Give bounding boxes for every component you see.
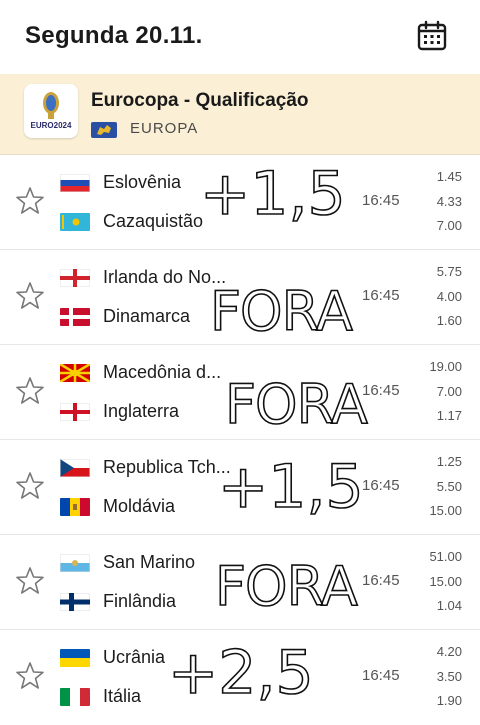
away-team: Itália (103, 686, 142, 706)
england-flag-icon (60, 403, 90, 421)
ukraine-flag-icon (60, 649, 90, 667)
star-icon[interactable] (14, 470, 46, 502)
home-team: Irlanda do No... (103, 267, 227, 287)
moldova-flag-icon (60, 498, 90, 516)
handwritten-note: +1,5 (199, 158, 346, 230)
handwritten-note: +1,5 (217, 451, 364, 523)
match-row[interactable]: Irlanda do No... Dinamarca 16:45 5.75 4.… (0, 250, 480, 345)
match-time: 16:45 (362, 192, 400, 209)
home-team: Republica Tch... (103, 457, 231, 477)
euro2024-logo: EURO2024 (24, 84, 78, 138)
league-name: Eurocopa - Qualificação (91, 90, 309, 111)
odd-draw[interactable]: 15.00 (429, 574, 462, 589)
odd-home[interactable]: 5.75 (437, 264, 462, 279)
odd-away[interactable]: 7.00 (437, 218, 462, 233)
odd-away[interactable]: 1.17 (437, 408, 462, 423)
star-icon[interactable] (14, 280, 46, 312)
match-time: 16:45 (362, 572, 400, 589)
home-team: Ucrânia (103, 647, 166, 667)
odd-draw[interactable]: 4.33 (437, 194, 462, 209)
home-team: Macedônia d... (103, 362, 222, 382)
odd-away[interactable]: 1.60 (437, 313, 462, 328)
odd-home[interactable]: 4.20 (437, 644, 462, 659)
odd-draw[interactable]: 5.50 (437, 479, 462, 494)
odd-away[interactable]: 15.00 (429, 503, 462, 518)
home-team: Eslovênia (103, 172, 182, 192)
denmark-flag-icon (60, 308, 90, 326)
match-time: 16:45 (362, 667, 400, 684)
finland-flag-icon (60, 593, 90, 611)
calendar-icon[interactable] (416, 20, 448, 52)
date-title: Segunda 20.11. (25, 22, 203, 49)
italy-flag-icon (60, 688, 90, 706)
odd-draw[interactable]: 3.50 (437, 669, 462, 684)
kazakhstan-flag-icon (60, 213, 90, 231)
handwritten-note: FORA (224, 372, 368, 437)
match-time: 16:45 (362, 382, 400, 399)
star-icon[interactable] (14, 565, 46, 597)
home-team: San Marino (103, 552, 196, 572)
odd-away[interactable]: 1.90 (437, 693, 462, 708)
handwritten-note: FORA (214, 554, 358, 619)
match-row[interactable]: Republica Tch... Moldávia 16:45 1.25 5.5… (0, 440, 480, 535)
star-icon[interactable] (14, 660, 46, 692)
star-icon[interactable] (14, 185, 46, 217)
europe-map-icon (91, 122, 117, 138)
odd-home[interactable]: 1.45 (437, 169, 462, 184)
match-row[interactable]: Ucrânia Itália 16:45 4.20 3.50 1.90 +2,5 (0, 630, 480, 725)
odd-draw[interactable]: 4.00 (437, 289, 462, 304)
match-row[interactable]: San Marino Finlândia 16:45 51.00 15.00 1… (0, 535, 480, 630)
handwritten-note: FORA (209, 279, 353, 344)
star-icon[interactable] (14, 375, 46, 407)
svg-text:EURO2024: EURO2024 (31, 121, 72, 130)
odd-draw[interactable]: 7.00 (437, 384, 462, 399)
match-row[interactable]: Macedônia d... Inglaterra 16:45 19.00 7.… (0, 345, 480, 440)
odd-home[interactable]: 19.00 (429, 359, 462, 374)
czech-flag-icon (60, 459, 90, 477)
north-macedonia-flag-icon (60, 364, 90, 382)
top-bar: Segunda 20.11. (0, 0, 480, 74)
away-team: Moldávia (103, 496, 176, 516)
league-header[interactable]: EURO2024 Eurocopa - Qualificação EUROPA (0, 74, 480, 155)
odd-home[interactable]: 1.25 (437, 454, 462, 469)
handwritten-note: +2,5 (167, 637, 314, 709)
away-team: Finlândia (103, 591, 177, 611)
league-region: EUROPA (130, 120, 199, 137)
match-row[interactable]: Eslovênia Cazaquistão 16:45 1.45 4.33 7.… (0, 155, 480, 250)
odd-away[interactable]: 1.04 (437, 598, 462, 613)
san-marino-flag-icon (60, 554, 90, 572)
slovenia-flag-icon (60, 174, 90, 192)
odd-home[interactable]: 51.00 (429, 549, 462, 564)
away-team: Inglaterra (103, 401, 180, 421)
northern-ireland-flag-icon (60, 269, 90, 287)
away-team: Dinamarca (103, 306, 191, 326)
match-time: 16:45 (362, 287, 400, 304)
match-time: 16:45 (362, 477, 400, 494)
away-team: Cazaquistão (103, 211, 204, 231)
